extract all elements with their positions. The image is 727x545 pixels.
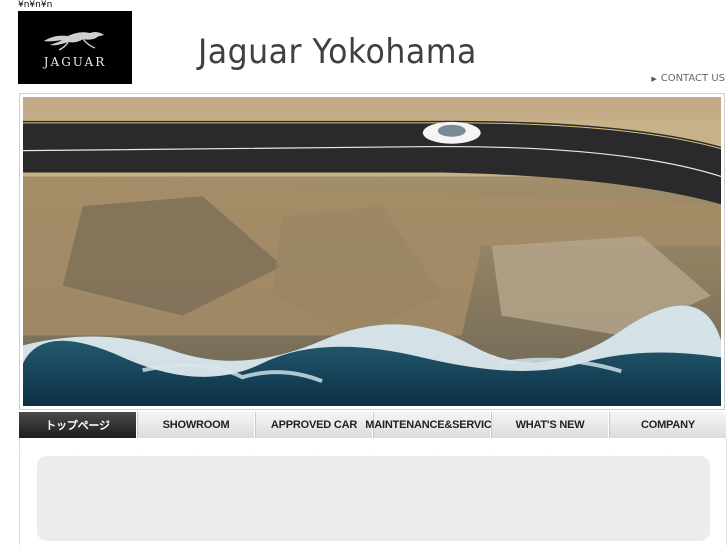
nav-item-showroom[interactable]: SHOWROOM <box>137 412 255 438</box>
nav-item-maintenance-service[interactable]: MAINTENANCE&SERVICE <box>365 412 499 438</box>
jaguar-logo[interactable]: JAGUAR <box>18 11 132 84</box>
leaper-icon <box>44 31 104 51</box>
nav-divider-ticks <box>20 452 726 454</box>
contact-us-link[interactable]: ▶ CONTACT US <box>651 73 725 84</box>
content-area <box>19 438 727 545</box>
header-artifact-text: ¥n¥n¥n <box>18 0 53 10</box>
nav-item-approved-car[interactable]: APPROVED CAR <box>255 412 373 438</box>
logo-text: JAGUAR <box>43 54 107 69</box>
hero-image <box>19 93 725 410</box>
main-nav: トップページ SHOWROOM APPROVED CAR MAINTENANCE… <box>19 412 727 438</box>
nav-item-whats-new[interactable]: WHAT'S NEW <box>491 412 609 438</box>
contact-us-label: CONTACT US <box>660 73 725 84</box>
triangle-right-icon: ▶ <box>651 74 657 83</box>
content-panel <box>37 456 710 541</box>
nav-item-company[interactable]: COMPANY <box>609 412 727 438</box>
nav-item-top[interactable]: トップページ <box>19 412 137 438</box>
hero-coastal-road-photo <box>23 97 721 406</box>
site-title: Jaguar Yokohama <box>198 32 477 72</box>
